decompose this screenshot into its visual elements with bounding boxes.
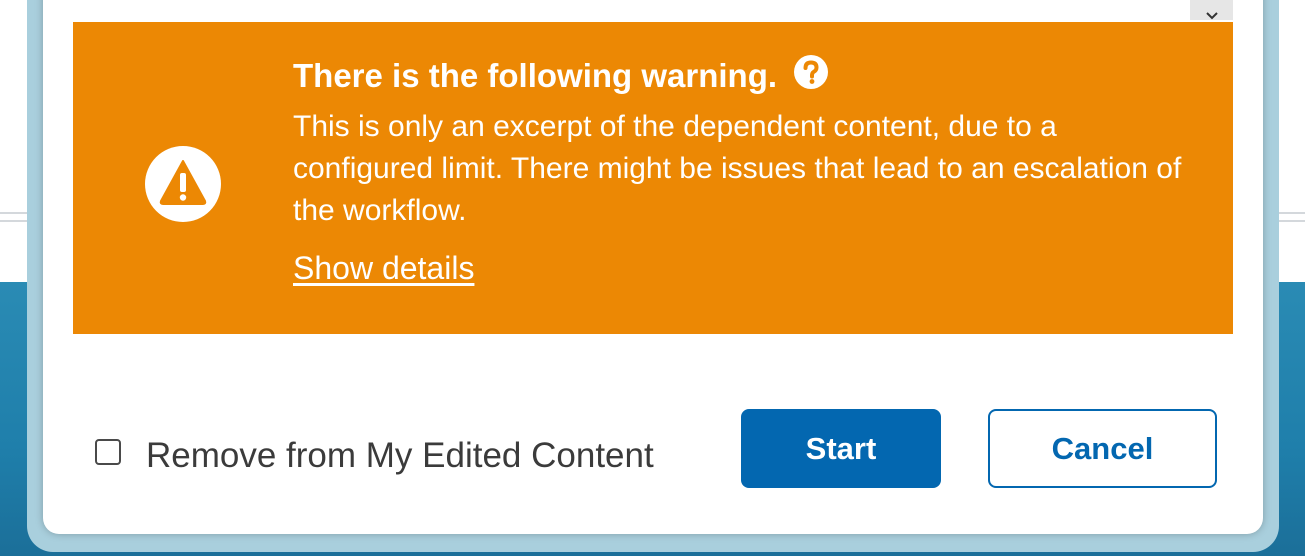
start-button[interactable]: Start [741, 409, 941, 488]
warning-message: This is only an excerpt of the dependent… [293, 110, 1182, 227]
scrollbar-down-arrow[interactable] [1190, 0, 1233, 20]
cancel-button[interactable]: Cancel [988, 409, 1217, 488]
warning-header: There is the following warning. [293, 54, 829, 96]
remove-from-edited-content-checkbox[interactable]: Remove from My Edited Content [95, 430, 654, 475]
show-details-link[interactable]: Show details [293, 248, 474, 288]
checkbox-label: Remove from My Edited Content [146, 436, 654, 475]
question-circle-icon[interactable] [793, 54, 829, 90]
warning-banner: There is the following warning. This is … [73, 22, 1233, 334]
warning-title: There is the following warning. [293, 57, 778, 94]
chevron-down-icon [1205, 12, 1218, 20]
warning-triangle-icon [145, 146, 221, 222]
checkbox-box[interactable] [95, 439, 121, 465]
